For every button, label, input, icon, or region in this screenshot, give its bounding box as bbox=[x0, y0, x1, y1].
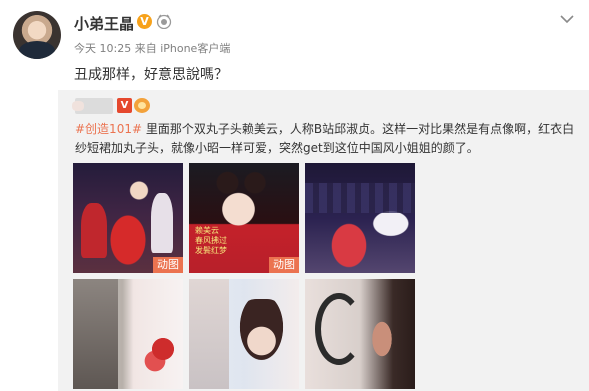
chevron-down-icon[interactable] bbox=[560, 14, 574, 24]
image-caption: 赖美云 春风拂过 发鬓红梦 bbox=[195, 226, 227, 255]
source-vip-icon bbox=[134, 98, 150, 113]
image-thumb-5[interactable] bbox=[189, 279, 299, 389]
repost-body: 里面那个双丸子头赖美云，人称B站邱淑贞。这样一对比果然是有点像啊，红衣白纱短裙加… bbox=[75, 122, 575, 155]
image-thumb-3[interactable] bbox=[305, 163, 415, 273]
vip-v-icon: V bbox=[137, 14, 152, 29]
source-username-blurred[interactable] bbox=[72, 98, 113, 114]
post-meta: 今天 10:25 来自 iPhone客户端 bbox=[74, 42, 231, 55]
gif-badge: 动图 bbox=[269, 257, 299, 273]
hashtag-link[interactable]: #创造101# bbox=[75, 122, 142, 136]
weibo-post: 小弟王晶 V 今天 10:25 来自 iPhone客户端 丑成那样，好意思說嗎？… bbox=[0, 0, 589, 391]
avatar[interactable] bbox=[13, 11, 61, 59]
gif-badge: 动图 bbox=[153, 257, 183, 273]
username[interactable]: 小弟王晶 bbox=[74, 13, 134, 34]
repost-text: #创造101# 里面那个双丸子头赖美云，人称B站邱淑贞。这样一对比果然是有点像啊… bbox=[75, 120, 580, 158]
image-thumb-1[interactable]: 动图 bbox=[73, 163, 183, 273]
source-verified-icon: V bbox=[117, 98, 132, 113]
repost-card[interactable]: V #创造101# 里面那个双丸子头赖美云，人称B站邱淑贞。这样一对比果然是有点… bbox=[58, 90, 589, 391]
rank-icon[interactable] bbox=[156, 14, 172, 29]
image-thumb-4[interactable] bbox=[73, 279, 183, 389]
post-text: 丑成那样，好意思說嗎？ bbox=[74, 67, 228, 83]
image-thumb-6[interactable] bbox=[305, 279, 415, 389]
image-thumb-2[interactable]: 赖美云 春风拂过 发鬓红梦 动图 bbox=[189, 163, 299, 273]
